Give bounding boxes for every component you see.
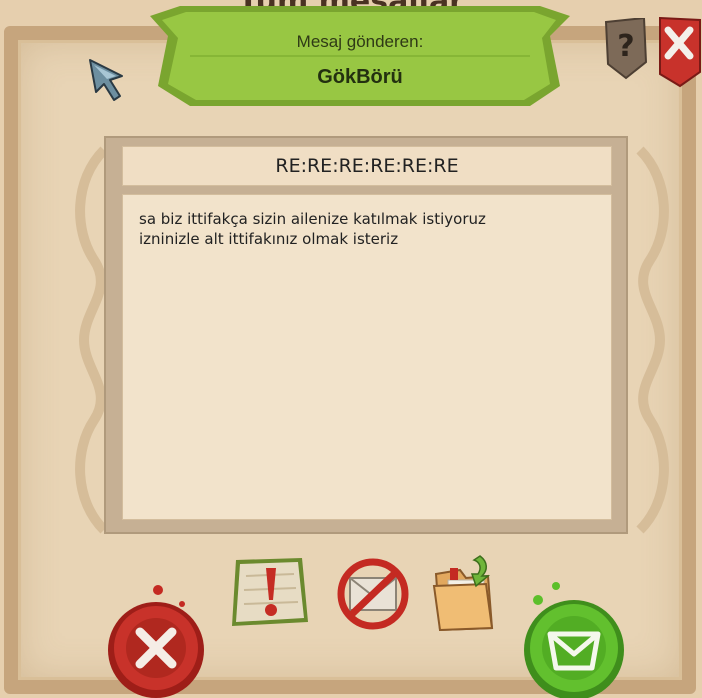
sender-banner: Mesaj gönderen: GökBörü xyxy=(150,6,570,106)
banner-subtitle: Mesaj gönderen: xyxy=(296,32,424,51)
pointer-cursor-icon xyxy=(89,59,123,101)
reply-button[interactable] xyxy=(516,578,630,698)
close-button[interactable] xyxy=(656,16,702,88)
message-body: sa biz ittifakça sizin ailenize katılmak… xyxy=(122,194,612,520)
message-subject: RE:RE:RE:RE:RE:RE xyxy=(122,146,612,186)
block-mail-button[interactable] xyxy=(334,556,412,632)
banner-ribbon xyxy=(150,6,570,106)
message-panel: RE:RE:RE:RE:RE:RE sa biz ittifakça sizin… xyxy=(104,136,628,534)
help-button[interactable]: ? xyxy=(604,18,648,80)
help-icon: ? xyxy=(617,29,634,64)
message-window: Tüm mesajlar Mesaj gönderen: GökBörü ? R… xyxy=(0,0,702,698)
right-ornament-icon xyxy=(636,146,669,534)
delete-button[interactable] xyxy=(104,580,214,698)
sender-name[interactable]: GökBörü xyxy=(150,66,570,89)
message-body-line: sa biz ittifakça sizin ailenize katılmak… xyxy=(139,210,486,228)
message-body-line: izninizle alt ittifakınız olmak isteriz xyxy=(139,230,399,248)
report-button[interactable] xyxy=(228,556,312,630)
archive-button[interactable] xyxy=(430,552,496,634)
